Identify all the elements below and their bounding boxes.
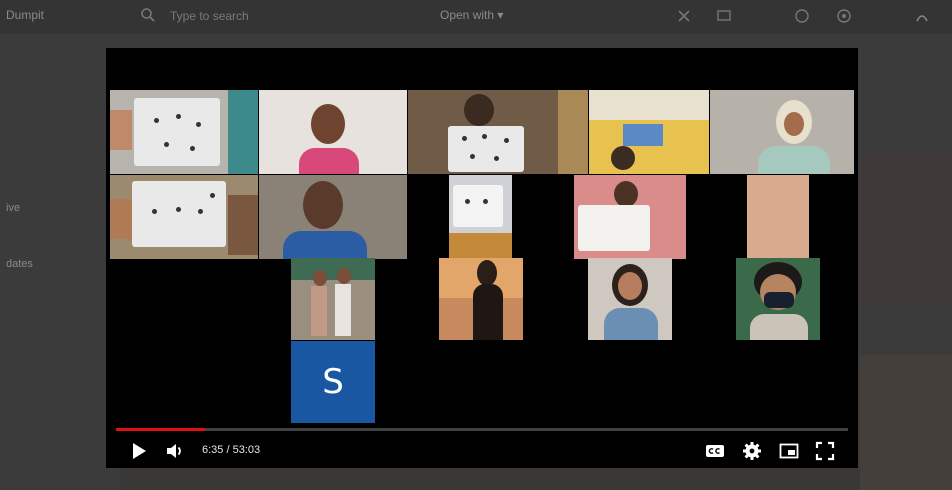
video-player[interactable]: S 6:35 / 53:03 xyxy=(106,48,858,468)
video-tile xyxy=(710,90,854,174)
video-tile xyxy=(439,258,523,340)
help-icon[interactable] xyxy=(794,8,810,24)
side-label-2: dates xyxy=(6,258,33,270)
video-tile xyxy=(574,175,686,259)
background-thumbnail xyxy=(860,155,952,305)
fullscreen-icon[interactable] xyxy=(814,440,836,462)
video-tile xyxy=(110,90,258,174)
video-tile xyxy=(291,258,375,340)
avatar-letter: S xyxy=(322,362,344,402)
volume-icon[interactable] xyxy=(164,440,186,462)
settings-gear-icon[interactable] xyxy=(741,440,763,462)
video-tile xyxy=(589,90,709,174)
video-tile xyxy=(259,90,407,174)
miniplayer-icon[interactable] xyxy=(778,440,800,462)
video-tile xyxy=(259,175,407,259)
app-name: Dumpit xyxy=(6,8,45,22)
captions-icon[interactable] xyxy=(704,440,726,462)
video-tile xyxy=(449,175,512,259)
paper-sheet xyxy=(448,126,524,172)
close-icon[interactable] xyxy=(676,8,692,24)
paper-sheet xyxy=(132,181,226,247)
background-toolbar: Dumpit Type to search Open with ▾ xyxy=(0,0,952,34)
progress-bar[interactable] xyxy=(116,428,848,431)
account-icon[interactable] xyxy=(914,8,930,24)
progress-fill xyxy=(116,428,206,431)
player-controls: 6:35 / 53:03 xyxy=(106,434,858,468)
video-tile xyxy=(408,90,588,174)
video-tile xyxy=(110,175,258,259)
play-icon[interactable] xyxy=(128,440,150,462)
background-strip xyxy=(120,468,860,490)
open-with-button[interactable]: Open with ▾ xyxy=(440,8,503,22)
side-label-1: ive xyxy=(6,202,21,214)
paper-sheet xyxy=(578,205,650,251)
comment-icon[interactable] xyxy=(716,8,732,24)
video-tile xyxy=(747,175,809,259)
search-icon[interactable] xyxy=(140,7,156,23)
paper-sheet xyxy=(134,98,220,166)
background-thumbnail xyxy=(860,355,952,490)
video-tile xyxy=(588,258,672,340)
participant-avatar: S xyxy=(291,341,375,423)
settings-icon[interactable] xyxy=(836,8,852,24)
time-display: 6:35 / 53:03 xyxy=(202,444,261,456)
video-tile xyxy=(736,258,820,340)
search-input[interactable]: Type to search xyxy=(170,9,249,23)
paper-sheet xyxy=(453,185,503,227)
